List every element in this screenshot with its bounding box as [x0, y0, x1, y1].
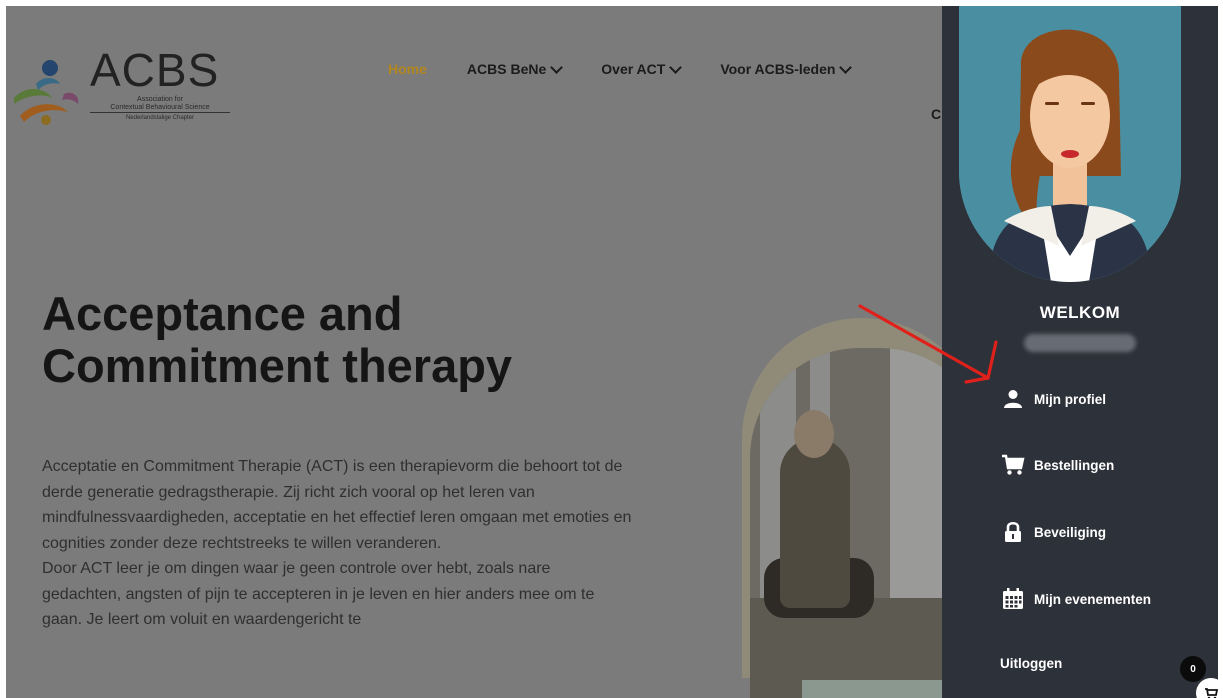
- hero-title-line2: Commitment therapy: [42, 339, 513, 392]
- menu-item-bestellingen[interactable]: Bestellingen: [1000, 452, 1114, 478]
- chevron-down-icon: [550, 60, 564, 74]
- logo-divider: [90, 112, 230, 113]
- menu-item-mijn-evenementen[interactable]: Mijn evenementen: [1000, 586, 1151, 612]
- chevron-down-icon: [669, 60, 683, 74]
- avatar[interactable]: [959, 6, 1181, 282]
- nav-item-voor-acbs-leden[interactable]: Voor ACBS-leden: [720, 58, 853, 80]
- user-icon: [1000, 386, 1026, 412]
- logout-link[interactable]: Uitloggen: [1000, 656, 1062, 671]
- user-account-panel: WELKOM Mijn profiel Bestellingen Beveili…: [942, 6, 1218, 698]
- main-navigation: Home ACBS BeNe Over ACT Voor ACBS-leden: [388, 58, 890, 80]
- woman-avatar-icon: [959, 6, 1181, 282]
- hero-photo-image: [750, 348, 942, 698]
- welcome-heading: WELKOM: [1039, 303, 1121, 322]
- nav-item-home[interactable]: Home: [388, 58, 427, 80]
- acbs-logo[interactable]: ACBS Association for Contextual Behaviou…: [6, 44, 246, 134]
- menu-item-label: Mijn evenementen: [1034, 591, 1152, 607]
- lock-icon: [1000, 519, 1026, 545]
- hero-paragraph-2: Door ACT leer je om dingen waar je geen …: [42, 560, 595, 628]
- hero-title-line1: Acceptance and: [42, 287, 403, 340]
- logo-title: ACBS: [90, 44, 220, 96]
- blurred-username: [1024, 334, 1136, 352]
- hero-description: Acceptatie en Commitment Therapie (ACT) …: [42, 454, 632, 633]
- menu-item-label: Bestellingen: [1034, 457, 1115, 473]
- photo-person-head: [794, 410, 834, 458]
- cart-icon: [1000, 452, 1026, 478]
- nav-item-acbs-bene[interactable]: ACBS BeNe: [466, 58, 564, 80]
- chevron-down-icon: [839, 60, 853, 74]
- logo-subtitle-line2: Contextual Behavioural Science: [110, 104, 210, 111]
- photo-person: [780, 438, 850, 608]
- nav-item-label: ACBS BeNe: [466, 61, 547, 77]
- hero-title: Acceptance and Commitment therapy: [42, 288, 662, 392]
- nav-item-label: Voor ACBS-leden: [720, 61, 836, 77]
- acbs-logo-mark-icon: [14, 60, 79, 125]
- nav-item-label: Home: [388, 61, 427, 77]
- nav-item-clipped[interactable]: C: [931, 106, 941, 122]
- hero-photo: [742, 318, 942, 698]
- logo-subtitle-line1: Association for: [137, 96, 183, 103]
- menu-item-label: Beveiliging: [1034, 524, 1107, 540]
- calendar-icon: [1000, 586, 1026, 612]
- nav-item-label: Over ACT: [601, 61, 666, 77]
- website-page-dimmed: ACBS Association for Contextual Behaviou…: [6, 6, 942, 698]
- cart-count-badge[interactable]: 0: [1180, 656, 1206, 682]
- hero-paragraph-1: Acceptatie en Commitment Therapie (ACT) …: [42, 458, 632, 552]
- menu-item-mijn-profiel[interactable]: Mijn profiel: [1000, 386, 1106, 412]
- menu-item-beveiliging[interactable]: Beveiliging: [1000, 519, 1106, 545]
- menu-item-label: Mijn profiel: [1034, 391, 1106, 407]
- logo-subtitle: Association for Contextual Behavioural S…: [90, 96, 230, 112]
- photo-base: [802, 680, 942, 698]
- browser-viewport: ACBS Association for Contextual Behaviou…: [6, 6, 1218, 698]
- logo-chapter: Nederlandstalige Chapter: [125, 115, 195, 121]
- nav-item-over-act[interactable]: Over ACT: [601, 58, 683, 80]
